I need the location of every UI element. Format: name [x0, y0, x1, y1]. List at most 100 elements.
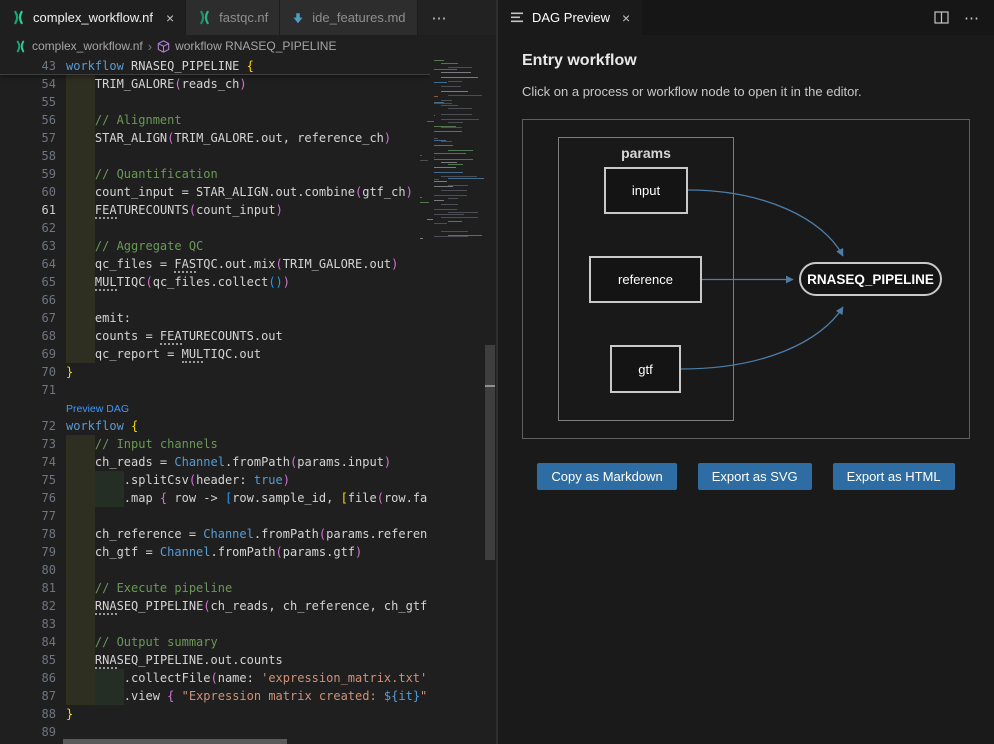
code-row[interactable]: 82 RNASEQ_PIPELINE(ch_reads, ch_referenc…	[0, 597, 430, 615]
code-row[interactable]: 56 // Alignment	[0, 111, 430, 129]
code-row[interactable]: 64 qc_files = FASTQC.out.mix(TRIM_GALORE…	[0, 255, 430, 273]
code-row[interactable]: 71	[0, 381, 430, 399]
minimap-line	[420, 155, 422, 156]
code-row[interactable]: 72workflow {	[0, 417, 430, 435]
node-input[interactable]: input	[604, 167, 688, 214]
code-row[interactable]: 63 // Aggregate QC	[0, 237, 430, 255]
code-row[interactable]: 79 ch_gtf = Channel.fromPath(params.gtf)	[0, 543, 430, 561]
editor-body: 43workflow RNASEQ_PIPELINE { 54 TRIM_GAL…	[0, 57, 496, 744]
breadcrumb: complex_workflow.nf › workflow RNASEQ_PI…	[0, 35, 496, 57]
code-row[interactable]: 68 counts = FEATURECOUNTS.out	[0, 327, 430, 345]
code-row[interactable]: 65 MULTIQC(qc_files.collect())	[0, 273, 430, 291]
code-area[interactable]: 43workflow RNASEQ_PIPELINE { 54 TRIM_GAL…	[0, 57, 430, 744]
sticky-line[interactable]: 43workflow RNASEQ_PIPELINE {	[0, 57, 430, 75]
code-row[interactable]: 57 STAR_ALIGN(TRIM_GALORE.out, reference…	[0, 129, 430, 147]
minimap-line	[441, 105, 458, 106]
line-number: 81	[0, 579, 56, 597]
copy-markdown-button[interactable]: Copy as Markdown	[537, 463, 676, 490]
overview-ruler-marker	[485, 385, 495, 387]
code-row[interactable]: 54 TRIM_GALORE(reads_ch)	[0, 75, 430, 93]
minimap-line	[434, 200, 444, 201]
minimap-line	[448, 122, 463, 123]
code-row[interactable]: 76 .map { row -> [row.sample_id, [file(r…	[0, 489, 430, 507]
minimap-line	[441, 63, 458, 64]
code-text	[56, 507, 430, 525]
indent-guide	[66, 615, 95, 633]
more-actions-icon[interactable]: ⋯	[964, 9, 980, 27]
tab-label: fastqc.nf	[219, 10, 268, 25]
code-row[interactable]: 83	[0, 615, 430, 633]
code-row[interactable]: 84 // Output summary	[0, 633, 430, 651]
minimap-line	[441, 231, 468, 232]
panel-close-icon[interactable]: ×	[622, 10, 630, 26]
export-html-button[interactable]: Export as HTML	[833, 463, 955, 490]
code-row[interactable]: 43workflow RNASEQ_PIPELINE {	[0, 57, 430, 75]
code-row[interactable]: 78 ch_reference = Channel.fromPath(param…	[0, 525, 430, 543]
codelens-row[interactable]: Preview DAG	[0, 399, 430, 417]
minimap[interactable]	[430, 57, 487, 744]
code-row[interactable]: 55	[0, 93, 430, 111]
code-row[interactable]: 81 // Execute pipeline	[0, 579, 430, 597]
code-row[interactable]: 87 .view { "Expression matrix created: $…	[0, 687, 430, 705]
code-row[interactable]: 75 .splitCsv(header: true)	[0, 471, 430, 489]
breadcrumb-symbol[interactable]: workflow RNASEQ_PIPELINE	[175, 39, 336, 53]
code-row[interactable]: 60 count_input = STAR_ALIGN.out.combine(…	[0, 183, 430, 201]
code-text	[56, 615, 430, 633]
tab-fastqc[interactable]: fastqc.nf	[186, 0, 280, 35]
code-row[interactable]: 86 .collectFile(name: 'expression_matrix…	[0, 669, 430, 687]
code-row[interactable]: 61 FEATURECOUNTS(count_input)	[0, 201, 430, 219]
vertical-scrollbar[interactable]	[484, 57, 496, 744]
minimap-line	[441, 127, 462, 128]
tab-close-icon[interactable]: ×	[166, 10, 174, 26]
tab-ide-features[interactable]: ide_features.md	[280, 0, 417, 35]
code-row[interactable]: 74 ch_reads = Channel.fromPath(params.in…	[0, 453, 430, 471]
indent-guide	[66, 93, 95, 111]
tab-dag-preview[interactable]: DAG Preview ×	[498, 0, 642, 35]
minimap-line	[441, 141, 452, 142]
code-row[interactable]: 59 // Quantification	[0, 165, 430, 183]
code-row[interactable]: 69 qc_report = MULTIQC.out	[0, 345, 430, 363]
code-row[interactable]: 85 RNASEQ_PIPELINE.out.counts	[0, 651, 430, 669]
panel-description: Click on a process or workflow node to o…	[522, 84, 970, 99]
node-gtf[interactable]: gtf	[610, 345, 681, 393]
panel-actions: ⋯	[934, 0, 994, 35]
split-editor-icon[interactable]	[934, 11, 949, 24]
line-number: 88	[0, 705, 56, 723]
code-text: qc_files = FASTQC.out.mix(TRIM_GALORE.ou…	[56, 255, 430, 273]
code-row[interactable]: 80	[0, 561, 430, 579]
minimap-line	[434, 153, 466, 154]
breadcrumb-file[interactable]: complex_workflow.nf	[32, 39, 143, 53]
tab-complex-workflow[interactable]: complex_workflow.nf ×	[0, 0, 186, 35]
minimap-line	[434, 172, 463, 173]
markdown-arrow-icon	[291, 11, 305, 25]
code-text: MULTIQC(qc_files.collect())	[56, 273, 430, 291]
line-number: 58	[0, 147, 56, 165]
minimap-line	[441, 204, 458, 205]
code-row[interactable]: 73 // Input channels	[0, 435, 430, 453]
codelens-preview-dag[interactable]: Preview DAG	[66, 403, 129, 415]
code-text: workflow RNASEQ_PIPELINE {	[56, 57, 430, 74]
line-number: 60	[0, 183, 56, 201]
code-row[interactable]: 77	[0, 507, 430, 525]
code-text: }	[56, 363, 430, 381]
line-number: 62	[0, 219, 56, 237]
code-row[interactable]: 70}	[0, 363, 430, 381]
minimap-line	[434, 82, 447, 83]
code-row[interactable]: 58	[0, 147, 430, 165]
code-row[interactable]: 66	[0, 291, 430, 309]
line-number: 85	[0, 651, 56, 669]
vertical-scrollbar-thumb[interactable]	[485, 345, 495, 560]
code-text: // Quantification	[56, 165, 430, 183]
minimap-line	[434, 60, 444, 61]
code-row[interactable]: 67 emit:	[0, 309, 430, 327]
node-rnaseq-pipeline[interactable]: RNASEQ_PIPELINE	[799, 262, 942, 296]
panel-tabbar: DAG Preview × ⋯	[498, 0, 994, 35]
node-reference[interactable]: reference	[589, 256, 702, 303]
line-number: 82	[0, 597, 56, 615]
horizontal-scrollbar-thumb[interactable]	[63, 739, 287, 744]
code-row[interactable]: 62	[0, 219, 430, 237]
code-row[interactable]: 88}	[0, 705, 430, 723]
tabbar-more-icon[interactable]: ⋯	[418, 0, 462, 35]
line-number: 54	[0, 75, 56, 93]
export-svg-button[interactable]: Export as SVG	[698, 463, 812, 490]
